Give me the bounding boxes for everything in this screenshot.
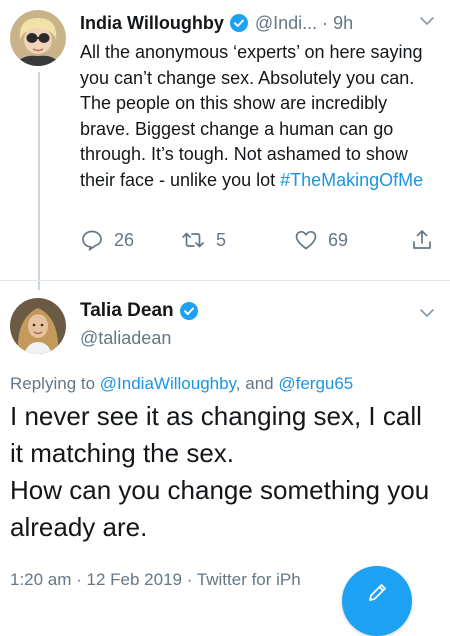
tweet-divider (0, 280, 450, 281)
tweet-text: I never see it as changing sex, I call i… (10, 398, 440, 546)
tweet-actions: 26 5 69 (80, 228, 440, 258)
tweet-text: All the anonymous ‘experts’ on here sayi… (80, 40, 438, 194)
author-name[interactable]: Talia Dean (80, 300, 174, 322)
replying-and: , and (235, 374, 279, 393)
hashtag-link[interactable]: #TheMakingOfMe (280, 170, 423, 190)
compose-tweet-button[interactable] (342, 566, 412, 636)
reply-count: 26 (114, 229, 135, 250)
chevron-down-icon[interactable] (418, 304, 436, 322)
author-handle[interactable]: @taliadean (80, 328, 171, 349)
verified-badge-icon (179, 301, 199, 321)
tweet-text-content: All the anonymous ‘experts’ on here sayi… (80, 42, 423, 190)
share-icon (410, 228, 444, 252)
author-name[interactable]: India Willoughby (80, 13, 224, 34)
like-icon (294, 228, 328, 252)
mention-link[interactable]: @fergu65 (278, 374, 353, 393)
retweet-button[interactable]: 5 (180, 228, 226, 252)
like-count: 69 (328, 229, 349, 250)
retweet-icon (180, 228, 216, 252)
tweet-paragraph: How can you change something you already… (10, 475, 430, 542)
tweet-meta-line: 1:20 am · 12 Feb 2019 · Twitter for iPh (10, 570, 301, 589)
retweet-count: 5 (216, 229, 227, 250)
verified-badge-icon (229, 13, 249, 33)
like-button[interactable]: 69 (294, 228, 348, 252)
reply-icon (80, 228, 114, 252)
chevron-down-icon[interactable] (418, 12, 436, 30)
tweet-header: India Willoughby @Indi... · 9h (80, 10, 436, 36)
thread-connector-line (38, 72, 40, 290)
separator-dot: · (322, 12, 329, 33)
replying-prefix: Replying to (10, 374, 100, 393)
tweet-time[interactable]: 9h (333, 13, 353, 34)
mention-link[interactable]: @IndiaWilloughby (100, 374, 236, 393)
author-handle[interactable]: @Indi... (255, 13, 317, 34)
share-button[interactable] (410, 228, 444, 252)
avatar-talia-dean[interactable] (10, 298, 66, 354)
tweet-paragraph: I never see it as changing sex, I call i… (10, 401, 422, 468)
tweet-header: Talia Dean (80, 300, 199, 322)
reply-button[interactable]: 26 (80, 228, 134, 252)
avatar-india-willoughby[interactable] (10, 10, 66, 66)
replying-to-line: Replying to @IndiaWilloughby, and @fergu… (10, 374, 353, 394)
